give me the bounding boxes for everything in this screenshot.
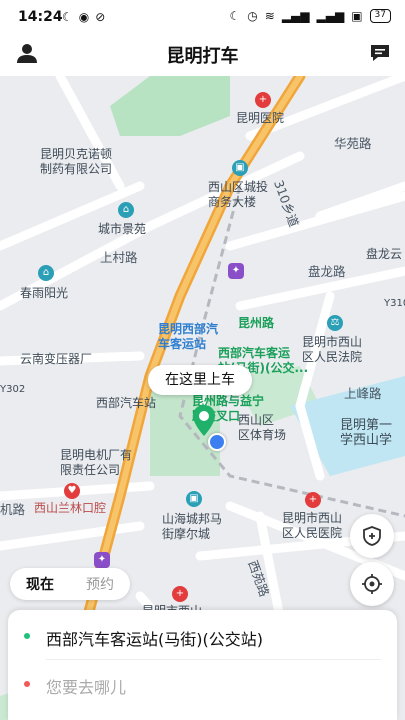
building-icon[interactable]: ▣ — [232, 160, 248, 176]
map-label-xishan-stadium: 西山区 区体育场 — [238, 413, 287, 442]
current-location-dot — [208, 433, 226, 451]
crosshair-icon — [362, 574, 382, 594]
moon-icon: ☾ — [62, 10, 73, 24]
pickup-dot-icon — [24, 633, 30, 639]
map-label-panlong-road: 盘龙路 — [308, 264, 346, 279]
tab-now[interactable]: 现在 — [10, 574, 70, 594]
destination-dot-icon — [24, 681, 30, 687]
message-icon[interactable] — [369, 42, 391, 64]
status-left-icons: ☾ ◉ ⊘ — [62, 10, 105, 24]
map-label-xishan-hospital: 昆明市西山 区人民医院 — [282, 511, 343, 540]
app-root: 14:24 ☾ ◉ ⊘ ☾ ◷ ≋ ▂▄▆ ▂▄▆ ▣ 37 昆明打车 + 昆明… — [0, 0, 405, 720]
map-label-shanhai-city: 山海城邦马 街摩尔城 — [162, 512, 223, 541]
map-label-electric-factory: 昆明电机厂有 限责任公司 — [60, 448, 133, 477]
hospital-icon[interactable]: + — [172, 586, 188, 602]
map-label-beike: 昆明贝克诺顿 制药有限公司 — [40, 147, 113, 176]
check-circle-icon: ⊘ — [95, 10, 106, 24]
community-icon[interactable]: ⌂ — [118, 202, 134, 218]
wifi-icon: ≋ — [264, 9, 275, 23]
pickup-location-row[interactable]: 西部汽车客运站(马街)(公交站) — [8, 612, 397, 660]
trip-panel: 西部汽车客运站(马街)(公交站) 您要去哪儿 — [8, 610, 397, 720]
map-label-chengshijingyuan: 城市景苑 — [98, 222, 147, 236]
map-label-jiji-road: 机路 — [0, 502, 26, 517]
map-label-kunming-hospital: 昆明医院 — [236, 111, 285, 125]
map-label-kunming-road: 昆州路 — [238, 316, 275, 330]
ride-mode-tabs: 现在 预约 — [10, 568, 130, 600]
mall-icon[interactable]: ▣ — [186, 491, 202, 507]
alarm-icon: ◷ — [247, 9, 258, 23]
signal-icon: ▂▄▆ — [316, 9, 345, 23]
moon-icon: ☾ — [229, 9, 241, 23]
map-label-xishan-chengtou: 西山区城投 商务大楼 — [208, 180, 269, 209]
shop-icon[interactable]: ✦ — [228, 263, 244, 279]
map-label-shangfeng-road: 上峰路 — [344, 386, 382, 401]
destination-placeholder[interactable]: 您要去哪儿 — [46, 674, 126, 698]
map-label-y302: Y302 — [0, 384, 26, 395]
map-label-yunnan-transformer: 云南变压器厂 — [20, 352, 93, 366]
status-time: 14:24 — [18, 9, 63, 25]
pickup-bubble[interactable]: 在这里上车 — [148, 365, 252, 395]
map-label-no1-school: 昆明第一 学西山学 — [340, 418, 393, 448]
safety-shield-button[interactable] — [350, 514, 394, 558]
community-icon[interactable]: ⌂ — [38, 265, 54, 281]
locate-button[interactable] — [350, 562, 394, 606]
signal-icon: ▂▄▆ — [281, 9, 310, 23]
status-bar: 14:24 ☾ ◉ ⊘ ☾ ◷ ≋ ▂▄▆ ▂▄▆ ▣ 37 — [0, 0, 405, 34]
court-icon[interactable]: ⚖ — [327, 315, 343, 331]
destination-input-row[interactable]: 您要去哪儿 — [8, 660, 397, 708]
app-header: 昆明打车 — [0, 34, 405, 76]
map-label-panlongyun: 盘龙云 — [366, 247, 403, 261]
map-label-kunming-xibu-car: 昆明西部汽 车客运站 — [158, 322, 219, 351]
map-label-xibu-car-station: 西部汽车站 — [96, 396, 157, 410]
map-label-shangcun-road: 上村路 — [100, 250, 138, 265]
pickup-location-text: 西部汽车客运站(马街)(公交站) — [46, 630, 263, 649]
hospital-icon[interactable]: + — [305, 492, 321, 508]
hd-icon: ▣ — [351, 9, 363, 23]
map-label-dental: 西山兰林口腔 — [34, 501, 107, 515]
tab-reserve[interactable]: 预约 — [70, 574, 130, 594]
map-label-xishan-court: 昆明市西山 区人民法院 — [302, 335, 363, 364]
map-label-huayuan-road: 华苑路 — [334, 136, 372, 151]
map-label-chunyu: 春雨阳光 — [20, 286, 69, 300]
map-label-y310: Y310 — [384, 298, 405, 309]
navigation-icon: ◉ — [78, 10, 90, 24]
shield-icon — [363, 526, 381, 546]
battery-icon: 37 — [369, 9, 391, 23]
hospital-icon[interactable]: + — [255, 92, 271, 108]
status-right-icons: ☾ ◷ ≋ ▂▄▆ ▂▄▆ ▣ 37 — [230, 9, 391, 23]
dental-icon[interactable]: ♥ — [64, 483, 80, 499]
page-title: 昆明打车 — [166, 46, 239, 67]
shop-icon[interactable]: ✦ — [94, 552, 110, 568]
